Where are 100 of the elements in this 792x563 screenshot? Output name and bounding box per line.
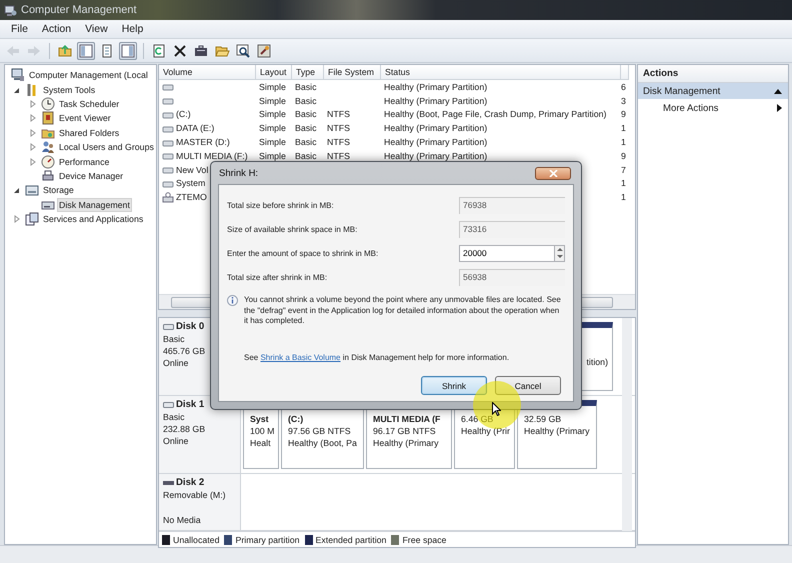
disk-name: Disk 1 xyxy=(176,399,204,410)
table-cell: 6 xyxy=(621,82,626,92)
removable-drive-icon xyxy=(163,478,174,486)
disk-label-panel[interactable]: Disk 1 Basic 232.88 GB Online xyxy=(159,396,241,473)
spin-button[interactable] xyxy=(555,244,565,262)
pane-title: Actions xyxy=(643,68,678,79)
menu-item[interactable]: Help xyxy=(114,23,150,35)
table-cell: Simple xyxy=(259,96,286,106)
search-icon xyxy=(235,42,251,58)
computer-icon xyxy=(11,68,25,82)
column-header[interactable]: Type xyxy=(292,65,324,80)
tree-item[interactable]: Performance xyxy=(57,154,112,169)
disk-info: Online xyxy=(163,358,190,368)
users-icon xyxy=(41,140,55,154)
table-cell: Basic xyxy=(295,96,317,106)
tree-item[interactable]: Event Viewer xyxy=(57,111,113,126)
menu-item[interactable]: View xyxy=(78,23,115,35)
column-header[interactable]: Layout xyxy=(256,65,292,80)
legend-label: Free space xyxy=(402,534,446,544)
partition-text: Healthy (Boot, Pa xyxy=(288,438,358,448)
table-cell: MULTI MEDIA (F:) xyxy=(176,150,248,161)
tree-item[interactable]: Services and Applications xyxy=(41,212,146,226)
delete-icon xyxy=(172,42,188,58)
disk-info: No Media xyxy=(163,515,202,525)
table-cell: ZTEMO xyxy=(176,192,207,202)
partition-text: Syst xyxy=(250,414,270,424)
disk-info: 232.88 GB xyxy=(163,424,206,434)
folder-icon xyxy=(57,42,73,58)
disk-info: Basic xyxy=(163,412,186,422)
partition-text: Healthy (Primary xyxy=(373,438,440,448)
printer-icon xyxy=(41,168,55,183)
column-header[interactable]: Volume xyxy=(159,65,256,80)
help-link[interactable]: Shrink a Basic Volume xyxy=(260,352,341,362)
table-cell: Healthy (Primary Partition) xyxy=(384,96,488,106)
table-cell: Healthy (Primary Partition) xyxy=(384,82,488,92)
services-icon xyxy=(25,212,39,226)
input-field[interactable]: 20000 xyxy=(459,244,555,262)
log-icon xyxy=(41,111,55,126)
tree-item[interactable]: Local Users and Groups xyxy=(57,140,156,154)
action-item[interactable]: More Actions xyxy=(638,99,788,117)
clock-icon xyxy=(41,96,55,111)
action-section-header[interactable]: Disk Management xyxy=(638,83,788,99)
partition-text: Healt xyxy=(250,438,272,448)
legend-label: Unallocated xyxy=(173,534,220,544)
disk-name: Disk 0 xyxy=(176,321,204,332)
table-cell: Basic xyxy=(295,109,317,120)
tree-item[interactable]: Shared Folders xyxy=(57,126,122,140)
partition-text: MULTI MEDIA (F xyxy=(373,414,442,424)
readonly-field: 73316 xyxy=(459,220,565,238)
toolbar-button[interactable] xyxy=(255,42,273,60)
tree-item[interactable]: Disk Management xyxy=(57,198,132,212)
disk-info: Online xyxy=(163,436,190,446)
table-cell: Healthy (Primary Partition) xyxy=(384,150,488,161)
dialog-button[interactable]: Cancel xyxy=(495,376,561,395)
partition-text: 96.17 GB NTFS xyxy=(373,426,437,436)
refresh-icon xyxy=(151,42,167,58)
table-cell: 7 xyxy=(621,164,626,175)
close-button[interactable] xyxy=(535,166,571,180)
window-title: Computer Management xyxy=(21,4,137,16)
tree-item[interactable]: Device Manager xyxy=(57,168,126,183)
field-label: Size of available shrink space in MB: xyxy=(227,224,358,234)
spin-arrows-icon xyxy=(556,247,562,259)
tree-item[interactable]: Storage xyxy=(41,183,76,198)
tree-item[interactable]: Computer Management (Local xyxy=(27,68,150,82)
table-cell: NTFS xyxy=(327,109,350,120)
table-cell: NTFS xyxy=(327,137,350,148)
disk-label-panel[interactable]: Disk 2 Removable (M:) No Media xyxy=(159,474,241,530)
partition-text: (C:) xyxy=(288,414,304,424)
disk-info: Basic xyxy=(163,334,186,344)
table-cell: (C:) xyxy=(176,109,191,120)
readonly-field: 56938 xyxy=(459,268,565,286)
menu-item[interactable]: File xyxy=(4,23,35,35)
table-cell: System xyxy=(176,178,206,188)
menu-item[interactable]: Action xyxy=(34,23,78,35)
scrollbar[interactable] xyxy=(622,318,632,531)
submenu-arrow-icon xyxy=(777,104,782,112)
dialog-title: Shrink H: xyxy=(219,168,258,178)
table-cell: 9 xyxy=(621,150,626,161)
readonly-field: 76938 xyxy=(459,196,565,214)
drive-icon xyxy=(163,322,174,330)
table-cell: NTFS xyxy=(327,123,350,134)
column-header[interactable]: File System xyxy=(324,65,381,80)
table-cell: 1 xyxy=(621,137,626,148)
toolbar-button[interactable] xyxy=(234,42,252,60)
wizard-icon xyxy=(256,42,272,58)
tree-item[interactable]: Task Scheduler xyxy=(57,96,122,111)
legend-label: Extended partition xyxy=(316,534,386,544)
column-header[interactable]: Status xyxy=(381,65,621,80)
disk-info: Removable (M:) xyxy=(163,490,227,500)
field-label: Total size after shrink in MB: xyxy=(227,272,328,282)
table-cell: Simple xyxy=(259,123,286,134)
dialog-button[interactable]: Shrink xyxy=(421,376,487,395)
drive-icon xyxy=(163,400,174,408)
close-icon xyxy=(548,170,558,176)
partition-text: 32.59 GB xyxy=(524,414,562,424)
tree-pane-icon xyxy=(78,42,94,58)
tree-item[interactable]: System Tools xyxy=(41,82,98,97)
disk-name: Disk 2 xyxy=(176,477,204,488)
app-icon xyxy=(4,4,17,16)
partition-text: 6.46 GB xyxy=(461,414,494,424)
